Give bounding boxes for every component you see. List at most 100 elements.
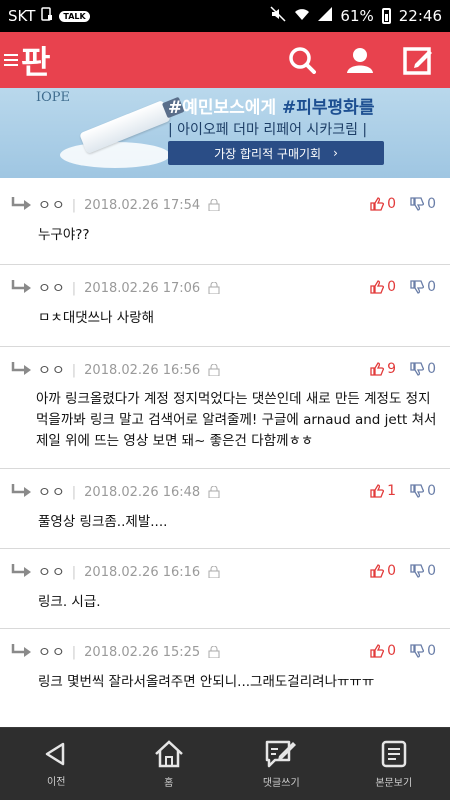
- downvote-button[interactable]: 0: [410, 361, 436, 377]
- upvote-count: 0: [387, 643, 397, 659]
- lock-icon: [208, 486, 220, 498]
- comment-item: ㅇㅇ | 2018.02.26 17:54 0 0 누구야??: [0, 182, 450, 264]
- meta-divider: |: [71, 484, 77, 500]
- comment-date: 2018.02.26 15:25: [84, 644, 201, 660]
- reply-arrow-icon: [11, 197, 31, 210]
- thumbs-up-icon: [370, 197, 385, 211]
- comment-item: ㅇㅇ | 2018.02.26 16:16 0 0 링크. 시급.: [0, 548, 450, 628]
- comment-item: ㅇㅇ | 2018.02.26 15:25 0 0 링크 몇번씩 잘라서올려주면…: [0, 628, 450, 708]
- battery-icon: [381, 8, 391, 24]
- reply-arrow-icon: [11, 564, 31, 577]
- app-logo[interactable]: 판: [21, 37, 50, 83]
- ad-banner[interactable]: IOPE #예민보스에게 #피부평화를 | 아이오페 더마 리페어 시카크림 |…: [0, 88, 450, 178]
- menu-icon[interactable]: [4, 52, 18, 68]
- screenshot-icon: [41, 7, 53, 25]
- home-icon: [154, 739, 183, 767]
- comment-write-icon: [266, 740, 297, 767]
- downvote-button[interactable]: 0: [410, 279, 436, 295]
- search-button[interactable]: [286, 44, 318, 76]
- comment-date: 2018.02.26 16:48: [84, 484, 201, 500]
- thumbs-down-icon: [410, 644, 425, 658]
- downvote-count: 0: [427, 361, 436, 377]
- chevron-right-icon: ›: [333, 146, 338, 160]
- downvote-count: 0: [427, 483, 436, 499]
- banner-brand: IOPE: [36, 90, 71, 105]
- downvote-count: 0: [427, 563, 436, 579]
- nav-home-label: 홈: [164, 777, 174, 789]
- nav-view-post-button[interactable]: 본문보기: [338, 728, 450, 800]
- comment-date: 2018.02.26 17:06: [84, 280, 201, 296]
- downvote-button[interactable]: 0: [410, 643, 436, 659]
- clock: 22:46: [398, 7, 442, 25]
- document-icon: [381, 740, 406, 767]
- comment-date: 2018.02.26 16:56: [84, 362, 201, 378]
- comment-text: 아까 링크올렸다가 계정 정지먹었다는 댓쓴인데 새로 만든 계정도 정지먹을까…: [36, 391, 437, 449]
- nav-home-button[interactable]: 홈: [113, 728, 226, 800]
- comment-author[interactable]: ㅇㅇ: [38, 278, 66, 298]
- comment-text: 누구야??: [38, 227, 90, 243]
- bottom-nav: 이전 홈 댓글쓰기 본문보기: [0, 727, 450, 800]
- signal-icon: [318, 7, 333, 25]
- battery-percent: 61%: [340, 7, 374, 25]
- comment-author[interactable]: ㅇㅇ: [38, 482, 66, 502]
- comment-item: ㅇㅇ | 2018.02.26 16:56 9 0 아까 링크올렸다가 계정 정…: [0, 346, 450, 468]
- downvote-count: 0: [427, 279, 436, 295]
- meta-divider: |: [71, 362, 77, 378]
- downvote-count: 0: [427, 196, 436, 212]
- nav-write-comment-label: 댓글쓰기: [262, 777, 300, 789]
- thumbs-down-icon: [410, 280, 425, 294]
- nav-prev-button[interactable]: 이전: [0, 728, 113, 800]
- comment-author[interactable]: ㅇㅇ: [38, 642, 66, 662]
- write-icon: [403, 47, 432, 75]
- downvote-button[interactable]: 0: [410, 483, 436, 499]
- upvote-count: 0: [387, 279, 397, 295]
- downvote-button[interactable]: 0: [410, 563, 436, 579]
- comment-author[interactable]: ㅇㅇ: [38, 360, 66, 380]
- lock-icon: [208, 282, 220, 294]
- search-icon: [289, 47, 316, 74]
- reply-arrow-icon: [11, 644, 31, 657]
- upvote-button[interactable]: 0: [370, 196, 396, 212]
- reply-arrow-icon: [11, 280, 31, 293]
- comment-text: 링크 몇번씩 잘라서올려주면 안되니...그래도걸리려나ㅠㅠㅠ: [38, 674, 375, 690]
- write-post-button[interactable]: [402, 44, 434, 76]
- upvote-button[interactable]: 1: [370, 483, 396, 499]
- upvote-button[interactable]: 9: [370, 361, 396, 377]
- comment-item: ㅇㅇ | 2018.02.26 17:06 0 0 ㅁㅊ대댓쓰나 사랑해: [0, 264, 450, 346]
- app-header: 판: [0, 32, 450, 88]
- profile-button[interactable]: [344, 44, 376, 76]
- reply-arrow-icon: [11, 362, 31, 375]
- upvote-count: 1: [387, 483, 397, 499]
- meta-divider: |: [71, 564, 77, 580]
- upvote-count: 9: [387, 361, 397, 377]
- comment-author[interactable]: ㅇㅇ: [38, 195, 66, 215]
- nav-write-comment-button[interactable]: 댓글쓰기: [225, 728, 338, 800]
- nav-prev-label: 이전: [47, 776, 66, 788]
- upvote-button[interactable]: 0: [370, 279, 396, 295]
- upvote-button[interactable]: 0: [370, 643, 396, 659]
- comment-date: 2018.02.26 16:16: [84, 564, 201, 580]
- comment-author[interactable]: ㅇㅇ: [38, 562, 66, 582]
- lock-icon: [208, 566, 220, 578]
- meta-divider: |: [71, 197, 77, 213]
- upvote-button[interactable]: 0: [370, 563, 396, 579]
- thumbs-up-icon: [370, 564, 385, 578]
- wifi-icon: [294, 7, 310, 25]
- banner-cta-button[interactable]: 가장 합리적 구매기회 ›: [168, 141, 384, 165]
- comment-list: ㅇㅇ | 2018.02.26 17:54 0 0 누구야?? ㅇㅇ | 201…: [0, 182, 450, 708]
- comment-text: 풀영상 링크좀..제발....: [38, 514, 168, 530]
- thumbs-up-icon: [370, 484, 385, 498]
- lock-icon: [208, 364, 220, 376]
- thumbs-down-icon: [410, 362, 425, 376]
- cream-swatch: [60, 142, 170, 168]
- comment-text: ㅁㅊ대댓쓰나 사랑해: [38, 310, 155, 326]
- downvote-button[interactable]: 0: [410, 196, 436, 212]
- banner-cta-label: 가장 합리적 구매기회: [214, 146, 322, 161]
- upvote-count: 0: [387, 196, 397, 212]
- thumbs-up-icon: [370, 280, 385, 294]
- status-bar: SKT TALK 61% 22:46: [0, 0, 450, 32]
- mute-icon: [270, 6, 286, 26]
- user-icon: [347, 48, 373, 73]
- comment-date: 2018.02.26 17:54: [84, 197, 201, 213]
- carrier-label: SKT: [8, 7, 36, 25]
